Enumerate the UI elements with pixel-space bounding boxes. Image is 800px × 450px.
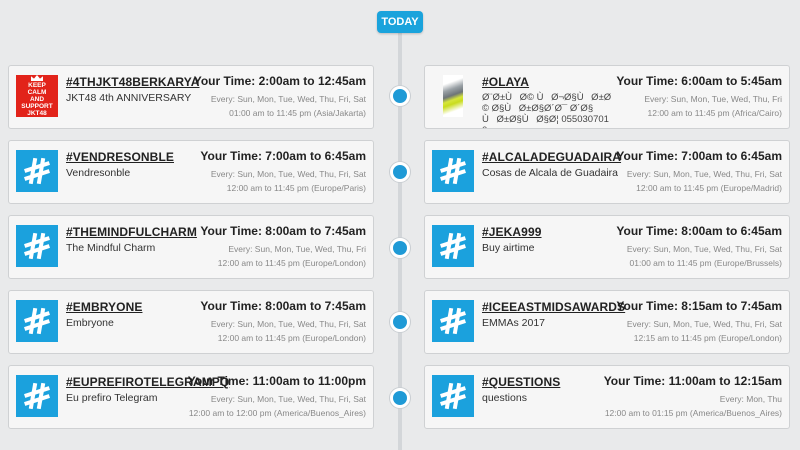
hashtag-icon [440,157,466,185]
hashtag-icon [440,232,466,260]
your-time: Your Time: 8:00am to 7:45am [200,224,366,238]
today-badge[interactable]: TODAY [377,11,423,33]
schedule-days: Every: Mon, Thu [719,394,782,404]
event-description: EMMAs 2017 [482,317,546,329]
your-time: Your Time: 7:00am to 6:45am [616,149,782,163]
event-card[interactable]: #VENDRESONBLE Vendresonble Your Time: 7:00… [8,140,374,204]
hashtag-icon [440,307,466,335]
your-time: Your Time: 8:00am to 7:45am [200,299,366,313]
schedule-days: Every: Sun, Mon, Tue, Wed, Thu, Fri, Sat [210,94,366,104]
schedule-range: 01:00 am to 11:45 pm (Europe/Brussels) [629,258,782,268]
hashtag-link[interactable]: #QUESTIONS [482,375,560,389]
schedule-days: Every: Sun, Mon, Tue, Wed, Thu, Fri, Sat [210,394,366,404]
event-card[interactable]: #ALCALADEGUADAIRA Cosas de Alcala de Guad… [424,140,790,204]
hashtag-link[interactable]: #THEMINDFULCHARM [66,225,197,239]
thumbnail-text: SUPPORT [21,103,53,110]
timeline-dot [390,86,410,106]
event-description: Eu prefiro Telegram [66,392,158,404]
event-card[interactable]: #OLAYA Ø¨Ø±ÙØ© ÙØ¬Ø§ÙØ±Ø© Ø§ÙØ±Ø§Ø´Ø¯… [424,65,790,129]
schedule-days: Every: Sun, Mon, Tue, Wed, Thu, Fri, Sat [626,244,782,254]
event-card[interactable]: #THEMINDFULCHARM The Mindful Charm Your Ti… [8,215,374,279]
hashtag-icon [24,307,50,335]
thumbnail-text: KEEP [28,82,46,89]
hashtag-link[interactable]: #ICEEASTMIDSAWARDS [482,300,625,314]
schedule-range: 12:00 am to 11:45 pm (Europe/London) [217,333,366,343]
thumbnail-text: CALM [27,89,47,96]
hashtag-link[interactable]: #OLAYA [482,75,529,89]
schedule-days: Every: Sun, Mon, Tue, Wed, Thu, Fri [228,244,366,254]
timeline-dot [390,162,410,182]
hashtag-thumbnail [432,375,474,417]
schedule-range: 01:00 am to 11:45 pm (Asia/Jakarta) [229,108,366,118]
schedule-range: 12:00 am to 11:45 pm (Europe/Paris) [226,183,366,193]
schedule-days: Every: Sun, Mon, Tue, Wed, Thu, Fri, Sat [210,319,366,329]
your-time: Your Time: 8:15am to 7:45am [616,299,782,313]
your-time: Your Time: 11:00am to 11:00pm [187,374,366,388]
event-description: questions [482,392,527,404]
hashtag-link[interactable]: #JEKA999 [482,225,542,239]
event-description: Buy airtime [482,242,535,254]
your-time: Your Time: 7:00am to 6:45am [200,149,366,163]
event-card[interactable]: KEEP CALM AND SUPPORT JKT48 #4THJKT48BERKARYA… [8,65,374,129]
your-time: Your Time: 8:00am to 6:45am [616,224,782,238]
hashtag-thumbnail [432,225,474,267]
schedule-days: Every: Sun, Mon, Tue, Wed, Thu, Fri, Sat [210,169,366,179]
thumbnail-text: AND [29,96,45,103]
event-description: The Mindful Charm [66,242,156,254]
hashtag-thumbnail [432,300,474,342]
photo-thumbnail [443,75,463,117]
event-description: Ø¨Ø±ÙØ© ÙØ¬Ø§ÙØ±Ø© Ø§ÙØ±Ø§Ø´Ø¯ Ø´Ø§Ù… [482,92,612,128]
hashtag-icon [24,232,50,260]
event-card[interactable]: #QUESTIONS questions Your Time: 11:00am to… [424,365,790,429]
event-description: Cosas de Alcala de Guadaira [482,167,619,179]
event-description: JKT48 4th ANNIVERSARY [66,92,192,104]
timeline-dot [390,312,410,332]
your-time: Your Time: 11:00am to 12:15am [603,374,782,388]
hashtag-link[interactable]: #4THJKT48BERKARYA [66,75,200,89]
hashtag-link[interactable]: #ALCALADEGUADAIRA [482,150,621,164]
your-time: Your Time: 2:00am to 12:45am [193,74,366,88]
hashtag-link[interactable]: #VENDRESONBLE [66,150,174,164]
schedule-range: 12:00 am to 11:45 pm (Africa/Cairo) [647,108,783,118]
schedule-days: Every: Sun, Mon, Tue, Wed, Thu, Fri [644,94,782,104]
schedule-days: Every: Sun, Mon, Tue, Wed, Thu, Fri, Sat [626,319,782,329]
schedule-range: 12:00 am to 01:15 pm (America/Buenos_Air… [604,408,782,418]
event-description: Vendresonble [66,167,131,179]
keep-calm-thumbnail: KEEP CALM AND SUPPORT JKT48 [16,75,58,117]
your-time: Your Time: 6:00am to 5:45am [616,74,782,88]
hashtag-thumbnail [432,150,474,192]
event-description: Embryone [66,317,114,329]
hashtag-thumbnail [16,300,58,342]
hashtag-thumbnail [16,225,58,267]
hashtag-icon [440,382,466,410]
schedule-range: 12:15 am to 11:45 pm (Europe/London) [633,333,782,343]
schedule-days: Every: Sun, Mon, Tue, Wed, Thu, Fri, Sat [626,169,782,179]
hashtag-icon [24,157,50,185]
event-card[interactable]: #JEKA999 Buy airtime Your Time: 8:00am to … [424,215,790,279]
schedule-range: 12:00 am to 11:45 pm (Europe/Madrid) [636,183,782,193]
thumbnail-text: JKT48 [27,110,47,117]
hashtag-thumbnail [16,375,58,417]
hashtag-link[interactable]: #EMBRYONE [66,300,142,314]
hashtag-icon [24,382,50,410]
event-card[interactable]: #EMBRYONE Embryone Your Time: 8:00am to 7:… [8,290,374,354]
event-card[interactable]: #ICEEASTMIDSAWARDS EMMAs 2017 Your Time: 8… [424,290,790,354]
timeline-dot [390,238,410,258]
event-card[interactable]: #EUPREFIROTELEGRAMPQ Eu prefiro Telegram Y… [8,365,374,429]
crown-icon [31,75,43,81]
hashtag-thumbnail [16,150,58,192]
timeline-dot [390,388,410,408]
schedule-range: 12:00 am to 12:00 pm (America/Buenos_Air… [188,408,366,418]
schedule-range: 12:00 am to 11:45 pm (Europe/London) [217,258,366,268]
